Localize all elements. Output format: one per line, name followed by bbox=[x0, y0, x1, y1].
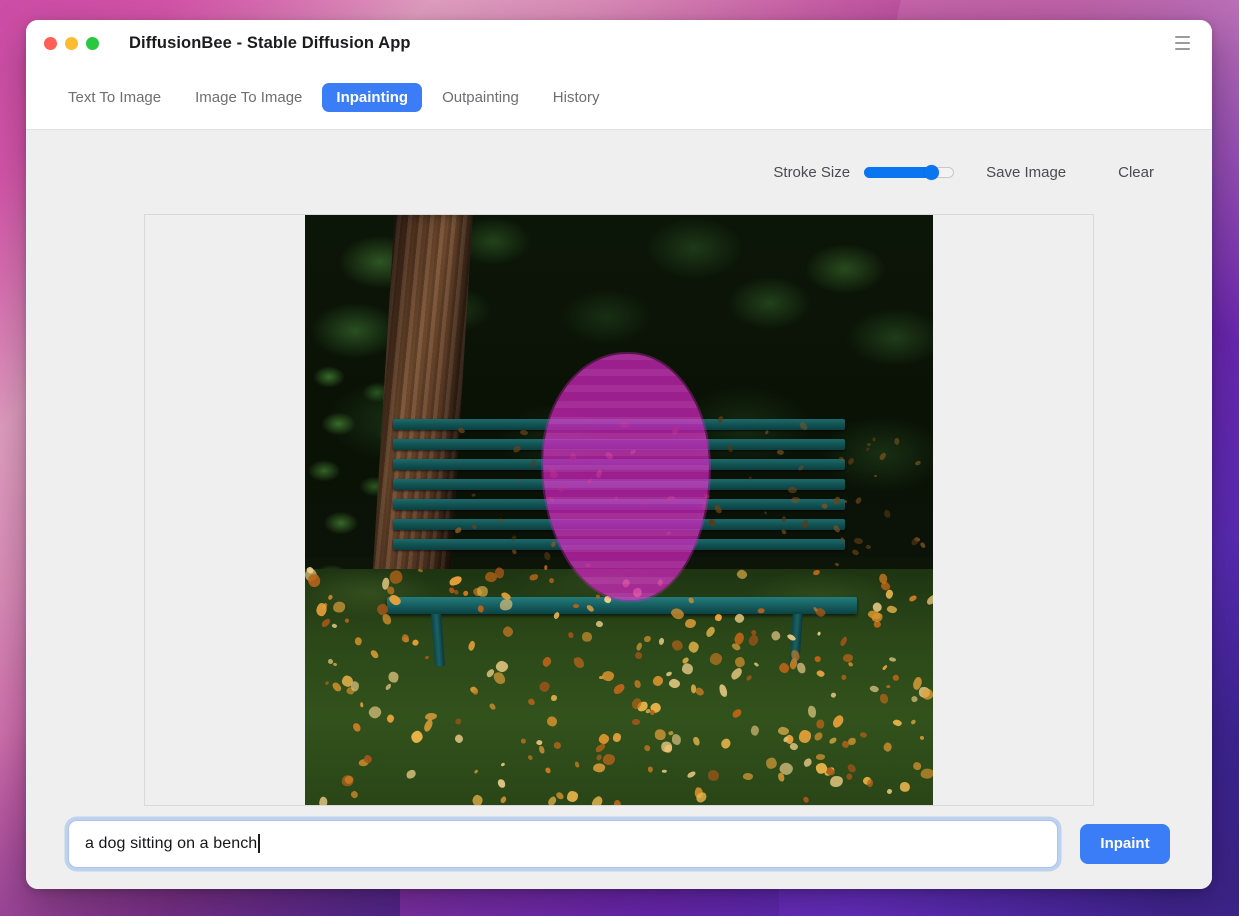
leaf bbox=[388, 671, 399, 682]
leaf bbox=[867, 443, 871, 446]
leaf bbox=[758, 608, 765, 613]
tab-outpainting[interactable]: Outpainting bbox=[428, 83, 533, 112]
canvas-frame[interactable] bbox=[144, 214, 1094, 806]
traffic-lights bbox=[44, 37, 99, 50]
slider-thumb[interactable] bbox=[924, 165, 939, 180]
close-window-button[interactable] bbox=[44, 37, 57, 50]
tab-history[interactable]: History bbox=[539, 83, 614, 112]
save-image-button[interactable]: Save Image bbox=[980, 160, 1072, 185]
desktop-wallpaper: DiffusionBee - Stable Diffusion App Text… bbox=[0, 0, 1239, 916]
maximize-window-button[interactable] bbox=[86, 37, 99, 50]
leaf bbox=[681, 662, 693, 674]
leaf bbox=[921, 769, 933, 779]
prompt-input[interactable]: a dog sitting on a bench bbox=[68, 820, 1058, 868]
tab-image-to-image[interactable]: Image To Image bbox=[181, 83, 316, 112]
title-bar: DiffusionBee - Stable Diffusion App bbox=[26, 20, 1212, 66]
tab-inpainting[interactable]: Inpainting bbox=[322, 83, 422, 112]
stroke-size-label: Stroke Size bbox=[773, 164, 850, 181]
leaf bbox=[843, 654, 853, 662]
hamburger-menu-icon[interactable] bbox=[1168, 29, 1196, 57]
tab-text-to-image[interactable]: Text To Image bbox=[54, 83, 175, 112]
text-caret bbox=[258, 834, 260, 853]
leaf bbox=[596, 594, 600, 598]
stroke-size-slider[interactable] bbox=[864, 166, 954, 178]
leaf bbox=[816, 754, 825, 760]
main-content: Stroke Size Save Image Clear bbox=[26, 130, 1212, 889]
leaf bbox=[885, 685, 890, 688]
prompt-input-value: a dog sitting on a bench bbox=[85, 835, 257, 853]
window-title: DiffusionBee - Stable Diffusion App bbox=[129, 34, 411, 53]
minimize-window-button[interactable] bbox=[65, 37, 78, 50]
bench-seat bbox=[387, 597, 857, 614]
leaf bbox=[872, 437, 875, 441]
prompt-row: a dog sitting on a bench Inpaint bbox=[68, 806, 1170, 889]
leaf bbox=[477, 605, 484, 613]
leaf bbox=[551, 695, 557, 701]
menu-bar-line bbox=[1175, 48, 1190, 50]
leaf bbox=[568, 632, 574, 639]
leaf bbox=[498, 518, 502, 524]
leaf bbox=[662, 770, 667, 773]
leaf bbox=[798, 729, 811, 742]
menu-bar-line bbox=[1175, 36, 1190, 38]
leaf bbox=[691, 684, 697, 693]
leaf bbox=[742, 772, 753, 780]
leaf bbox=[592, 762, 605, 772]
canvas-toolbar: Stroke Size Save Image Clear bbox=[68, 130, 1170, 214]
leaf bbox=[715, 614, 722, 621]
tab-bar: Text To Image Image To Image Inpainting … bbox=[26, 66, 1212, 130]
leaf bbox=[913, 762, 921, 771]
app-window: DiffusionBee - Stable Diffusion App Text… bbox=[26, 20, 1212, 889]
inpaint-button[interactable]: Inpaint bbox=[1080, 824, 1170, 864]
leaf bbox=[791, 497, 800, 503]
menu-bar-line bbox=[1175, 42, 1190, 44]
leaf bbox=[764, 511, 767, 515]
leaf bbox=[643, 745, 650, 752]
inpainting-canvas[interactable] bbox=[305, 214, 933, 806]
leaf bbox=[613, 800, 620, 806]
clear-button[interactable]: Clear bbox=[1112, 160, 1160, 185]
